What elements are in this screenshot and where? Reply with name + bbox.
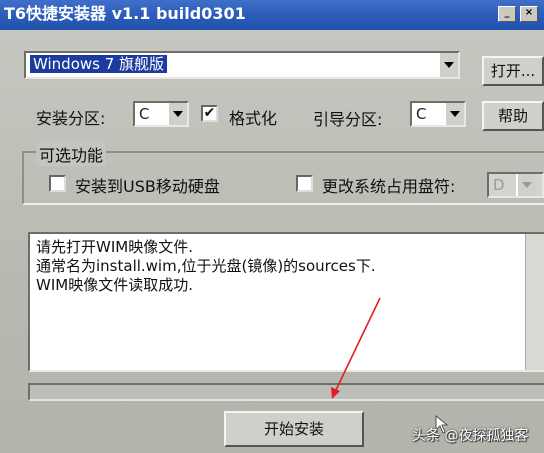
annotation-arrow <box>331 297 449 434</box>
watermark-text: 头条 @夜探孤独客 <box>412 428 529 444</box>
